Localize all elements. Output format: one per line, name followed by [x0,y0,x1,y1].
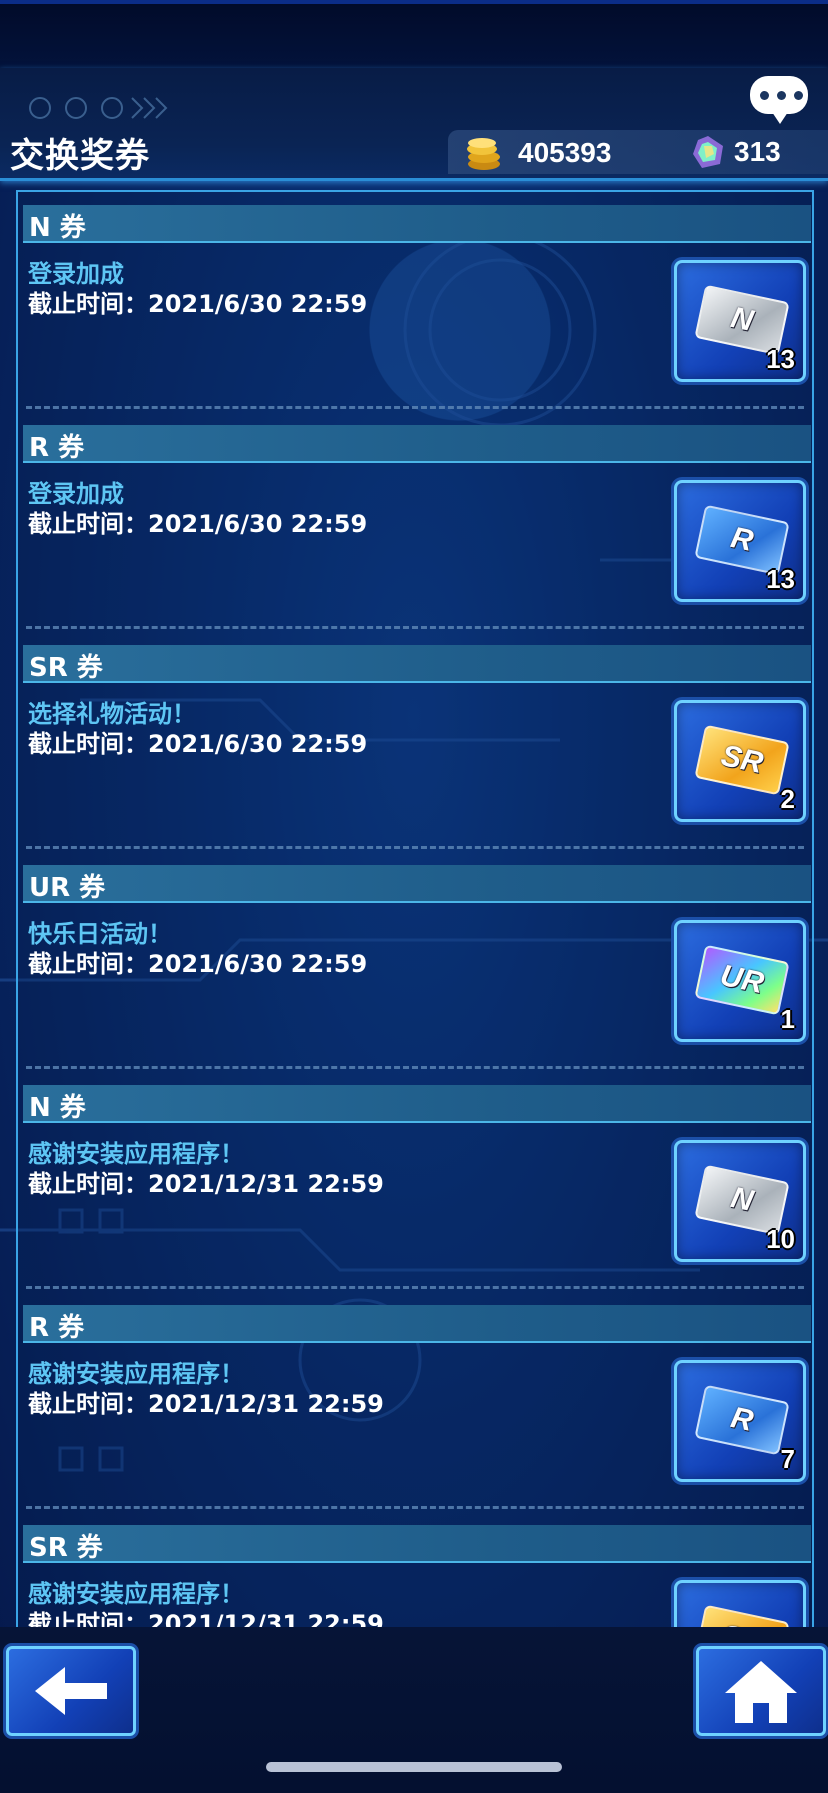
voucher-deadline: 截止时间：2021/6/30 22:59 [28,950,368,978]
home-icon [725,1661,797,1723]
back-button[interactable] [6,1646,136,1736]
voucher-type-header: UR 券 [23,865,811,903]
voucher-type-label: SR 券 [29,653,103,683]
divider [26,406,804,409]
gold-counter: 405393 [464,134,611,172]
voucher-type-header: N 券 [23,1085,811,1123]
exchange-ticket-button[interactable]: N 13 [674,260,806,382]
ur-ticket-icon: UR [694,944,790,1016]
exchange-ticket-button[interactable]: SR 2 [674,700,806,822]
voucher-deadline: 截止时间：2021/6/30 22:59 [28,510,368,538]
chat-bubble-icon [760,91,803,100]
exchange-ticket-button[interactable]: R 7 [674,1360,806,1482]
voucher-entry: SR 券 选择礼物活动！ 截止时间：2021/6/30 22:59 SR 2 [18,632,812,852]
ticket-count: 13 [766,344,795,374]
top-status-bar [0,0,828,72]
sr-ticket-icon: SR [694,1604,790,1629]
voucher-deadline: 截止时间：2021/6/30 22:59 [28,730,368,758]
voucher-type-label: R 券 [29,433,85,463]
voucher-entry: SR 券 感谢安装应用程序！ 截止时间：2021/12/31 22:59 SR [18,1512,812,1629]
gem-amount: 313 [734,136,781,167]
voucher-type-label: N 券 [29,213,86,243]
exchange-ticket-button[interactable]: SR [674,1580,806,1629]
voucher-entry: R 券 登录加成 截止时间：2021/6/30 22:59 R 13 [18,412,812,632]
exchange-ticket-button[interactable]: UR 1 [674,920,806,1042]
gold-amount: 405393 [518,137,612,168]
header-decoration [29,97,168,119]
r-ticket-icon: R [694,1384,790,1456]
voucher-deadline: 截止时间：2021/12/31 22:59 [28,1610,384,1629]
back-arrow-icon [35,1667,107,1715]
exchange-ticket-button[interactable]: N 10 [674,1140,806,1262]
page-title: 交换奖券 [10,136,150,176]
chat-button[interactable] [750,76,808,124]
gem-counter: 313 [690,134,781,170]
gem-icon [693,136,723,168]
voucher-type-label: N 券 [29,1093,86,1123]
ticket-count: 7 [780,1444,795,1474]
voucher-type-label: SR 券 [29,1533,103,1563]
voucher-entry: UR 券 快乐日活动！ 截止时间：2021/6/30 22:59 UR 1 [18,852,812,1072]
ticket-count: 1 [780,1004,795,1034]
ticket-count: 2 [780,784,795,814]
exchange-ticket-button[interactable]: R 13 [674,480,806,602]
voucher-type-header: SR 券 [23,1525,811,1563]
voucher-type-header: SR 券 [23,645,811,683]
voucher-entry: N 券 感谢安装应用程序！ 截止时间：2021/12/31 22:59 N 10 [18,1072,812,1292]
voucher-list[interactable]: N 券 登录加成 截止时间：2021/6/30 22:59 N 13 R 券 登… [16,190,814,1629]
voucher-deadline: 截止时间：2021/6/30 22:59 [28,290,368,318]
divider [26,1506,804,1509]
voucher-type-label: UR 券 [29,873,106,903]
voucher-deadline: 截止时间：2021/12/31 22:59 [28,1390,384,1418]
voucher-entry: R 券 感谢安装应用程序！ 截止时间：2021/12/31 22:59 R 7 [18,1292,812,1512]
divider [26,1286,804,1289]
divider [26,1066,804,1069]
voucher-entry: N 券 登录加成 截止时间：2021/6/30 22:59 N 13 [18,192,812,412]
voucher-type-label: R 券 [29,1313,85,1343]
voucher-type-header: R 券 [23,425,811,463]
voucher-type-header: R 券 [23,1305,811,1343]
ticket-count: 13 [766,564,795,594]
sr-ticket-icon: SR [694,724,790,796]
voucher-type-header: N 券 [23,205,811,243]
divider [26,626,804,629]
home-button[interactable] [696,1646,826,1736]
home-indicator[interactable] [266,1762,562,1772]
gold-coins-icon [467,138,500,170]
ticket-count: 10 [766,1224,795,1254]
voucher-deadline: 截止时间：2021/12/31 22:59 [28,1170,384,1198]
divider [26,846,804,849]
